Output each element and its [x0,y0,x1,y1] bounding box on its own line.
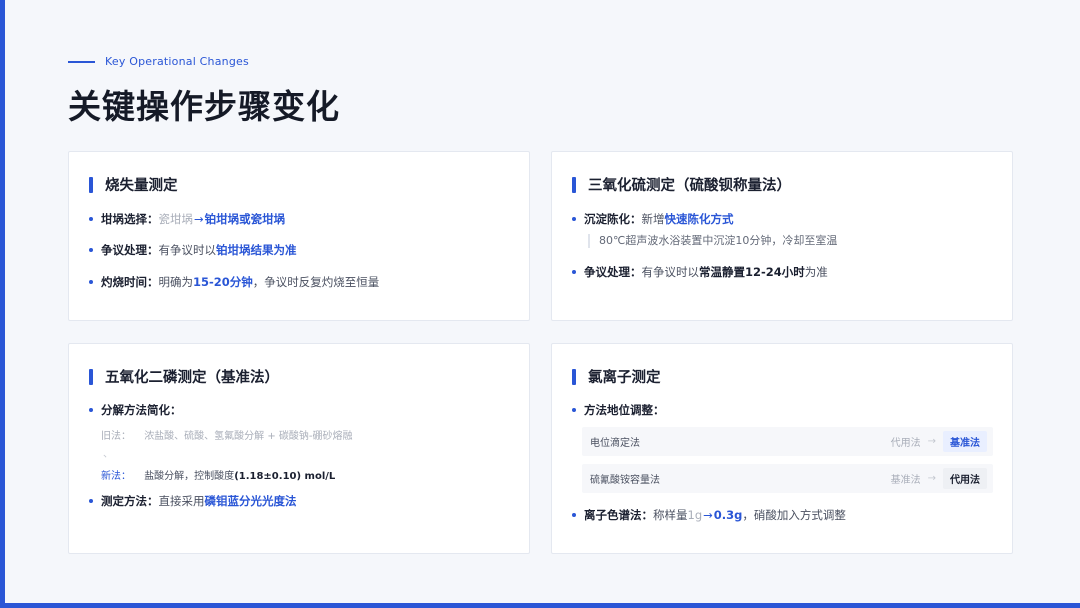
item-label: 方法地位调整： [584,403,665,417]
old-value: 瓷坩埚 [158,212,194,226]
item-text: 明确为 [158,275,194,289]
bullet-dot [89,499,93,503]
item-text: 新增 [641,212,665,226]
bullet-dot [572,408,576,412]
card-title: 烧失量测定 [105,178,178,194]
method-name: 硫氰酸铵容量法 [590,475,660,486]
item-text: 有争议时以 [158,243,217,257]
new-method-acidity: (1.18±0.10) mol/L [234,471,336,482]
item-text: 有争议时以 [641,265,700,279]
list-item: 争议处理： 有争议时以 铂坩埚结果为准 [89,242,297,258]
item-label: 沉淀陈化： [584,212,642,226]
card-title: 氯离子测定 [588,370,661,386]
item-label: 分解方法简化： [101,403,182,417]
old-method-value: 浓盐酸、硫酸、氢氟酸分解 + 碳酸钠-硼砂熔融 [144,431,353,442]
eyebrow-text: Key Operational Changes [105,55,249,68]
card-title: 五氧化二磷测定（基准法） [105,370,279,386]
card-header: 五氧化二磷测定（基准法） [89,366,279,387]
item-label: 测定方法： [101,494,159,508]
method-from: 基准法 [890,475,921,486]
item-text: 直接采用 [158,494,205,508]
method-status: 代用法 → 基准法 [891,431,987,452]
new-method: 新法： 盐酸分解，控制酸度(1.18±0.10) mol/L [101,467,335,482]
method-row: 硫氰酸铵容量法 基准法 → 代用法 [582,464,993,493]
old-method-tick: 、 [103,449,113,460]
method-row: 电位滴定法 代用法 → 基准法 [582,427,993,456]
list-item: 灼烧时间： 明确为 15-20分钟 ，争议时反复灼烧至恒量 [89,274,379,290]
bullet-dot [572,513,576,517]
new-value: 0.3g [713,508,743,522]
list-item: 坩埚选择： 瓷坩埚 → 铂坩埚或瓷坩埚 [89,211,285,227]
item-text: 称样量 [653,508,688,522]
bullet-dot [89,280,93,284]
old-method: 旧法： 浓盐酸、硫酸、氢氟酸分解 + 碳酸钠-硼砂熔融 [101,427,353,442]
item-tail: 为准 [804,265,828,279]
card-accent-bar [89,176,93,193]
card-accent-bar [572,176,576,193]
item-tail: ，争议时反复灼烧至恒量 [252,275,380,289]
item-label: 灼烧时间： [101,275,159,289]
item-highlight: 铂坩埚结果为准 [216,243,297,257]
item-highlight: 快速陈化方式 [664,212,734,226]
list-item: 离子色谱法： 称样量 1g → 0.3g ，硝酸加入方式调整 [572,507,846,523]
card-sulfur-trioxide: 三氧化硫测定（硫酸钡称量法） 沉淀陈化： 新增 快速陈化方式 80℃超声波水浴装… [551,151,1013,321]
item-label: 争议处理： [584,265,642,279]
item-strong: 常温静置12-24小时 [699,265,805,279]
new-method-key: 新法： [101,471,131,482]
method-name: 电位滴定法 [590,438,640,449]
eyebrow: Key Operational Changes [68,55,249,68]
arrow-right-icon: → [194,212,204,226]
bullet-dot [89,408,93,412]
card-accent-bar [572,368,576,385]
bullet-dot [89,248,93,252]
item-highlight: 15-20分钟 [193,275,253,289]
list-item: 沉淀陈化： 新增 快速陈化方式 [572,211,734,227]
method-to-badge: 代用法 [943,468,987,489]
card-header: 三氧化硫测定（硫酸钡称量法） [572,174,791,195]
item-label: 坩埚选择： [101,212,159,226]
card-header: 烧失量测定 [89,174,178,195]
card-accent-bar [89,368,93,385]
item-label: 争议处理： [101,243,159,257]
new-value: 铂坩埚或瓷坩埚 [204,212,286,226]
list-item: 分解方法简化： [89,402,182,418]
method-from: 代用法 [890,438,921,449]
arrow-right-icon: → [927,436,936,447]
eyebrow-rule [68,60,95,63]
new-method-value: 盐酸分解，控制酸度 [144,471,235,482]
page-title: 关键操作步骤变化 [68,87,340,126]
arrow-right-icon: → [703,508,713,522]
bullet-dot [89,217,93,221]
list-item: 方法地位调整： [572,402,665,418]
card-loss-on-ignition: 烧失量测定 坩埚选择： 瓷坩埚 → 铂坩埚或瓷坩埚 争议处理： 有争议时以 铂坩… [68,151,530,321]
item-note: 80℃超声波水浴装置中沉淀10分钟，冷却至室温 [588,234,837,248]
card-phosphorus-pentoxide: 五氧化二磷测定（基准法） 分解方法简化： 旧法： 浓盐酸、硫酸、氢氟酸分解 + … [68,343,530,554]
item-highlight: 磷钼蓝分光光度法 [204,494,297,508]
card-header: 氯离子测定 [572,366,661,387]
bullet-dot [572,217,576,221]
old-method-key: 旧法： [101,431,131,442]
list-item: 测定方法： 直接采用 磷钼蓝分光光度法 [89,493,297,509]
arrow-right-icon: → [927,473,936,484]
card-title: 三氧化硫测定（硫酸钡称量法） [588,178,791,194]
bullet-dot [572,270,576,274]
list-item: 争议处理： 有争议时以 常温静置12-24小时 为准 [572,264,828,280]
bottom-accent-bar [0,603,1080,608]
left-accent-bar [0,0,5,608]
method-status: 基准法 → 代用法 [891,468,987,489]
item-tail: ，硝酸加入方式调整 [742,508,846,522]
old-value: 1g [687,508,703,522]
method-to-badge: 基准法 [943,431,987,452]
item-label: 离子色谱法： [584,508,653,522]
card-chloride-ion: 氯离子测定 方法地位调整： 电位滴定法 代用法 → 基准法 硫氰酸铵容量法 基准… [551,343,1013,554]
